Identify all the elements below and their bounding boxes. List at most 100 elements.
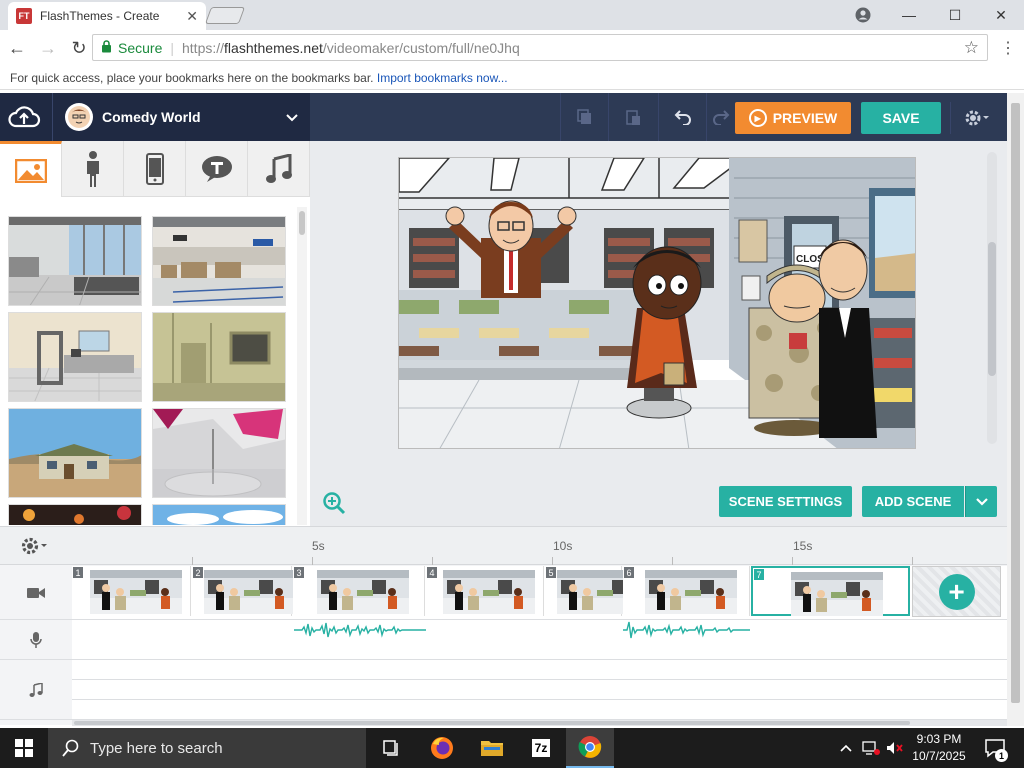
stage-vertical-scrollbar[interactable] (987, 152, 997, 444)
address-bar[interactable]: Secure | https://flashthemes.net/videoma… (92, 34, 988, 61)
time-marker: 5s (312, 539, 325, 553)
volume-muted-icon[interactable] (884, 728, 906, 768)
browser-tab[interactable]: FT FlashThemes - Create ✕ (8, 2, 206, 30)
page-scroll-thumb[interactable] (1011, 103, 1020, 703)
tab-characters[interactable] (62, 141, 124, 197)
library-scrollbar[interactable] (297, 207, 307, 525)
tab-audio[interactable] (248, 141, 310, 197)
7zip-label: 7z (531, 739, 551, 757)
taskbar-search-box[interactable]: Type here to search (48, 728, 366, 768)
theme-avatar (65, 103, 93, 131)
music-note-icon (265, 154, 292, 183)
plus-icon: + (938, 573, 975, 610)
url-text: https://flashthemes.net/videomaker/custo… (182, 40, 964, 56)
voice-track-label (0, 620, 72, 660)
bookmark-star-icon[interactable]: ☆ (964, 38, 979, 58)
system-clock[interactable]: 9:03 PM 10/7/2025 (906, 731, 972, 765)
background-thumbnail-security-check[interactable] (8, 312, 142, 402)
close-tab-icon[interactable]: ✕ (186, 8, 198, 25)
page-vertical-scrollbar[interactable] (1007, 93, 1024, 726)
chrome-icon[interactable] (566, 728, 614, 768)
add-scene-tile[interactable]: + (912, 566, 1001, 617)
flashthemes-favicon-icon: FT (16, 8, 32, 24)
firefox-icon[interactable] (418, 728, 466, 768)
profile-icon[interactable] (840, 0, 886, 30)
forward-button[interactable]: → (34, 34, 62, 62)
search-icon (62, 739, 79, 757)
file-explorer-icon[interactable] (468, 728, 516, 768)
scene-number-badge: 7 (754, 569, 764, 580)
network-icon[interactable] (860, 728, 882, 768)
scene-thumbnail[interactable]: 2 (192, 566, 296, 616)
copy-icon[interactable] (560, 93, 608, 141)
notification-center-icon[interactable]: 1 (980, 728, 1010, 768)
add-scene-button[interactable]: ADD SCENE (862, 486, 964, 517)
minimize-button[interactable]: — (886, 0, 932, 30)
preview-button[interactable]: ▶ PREVIEW (735, 102, 851, 134)
7zip-icon[interactable]: 7z (517, 728, 565, 768)
task-view-icon[interactable] (368, 728, 416, 768)
maximize-button[interactable]: ☐ (932, 0, 978, 30)
microphone-icon (30, 631, 42, 648)
save-button[interactable]: SAVE (861, 102, 941, 134)
timeline-scroll-thumb[interactable] (74, 721, 910, 725)
back-button[interactable]: ← (3, 34, 31, 62)
zoom-in-icon[interactable] (322, 491, 346, 515)
browser-menu-icon[interactable]: ⋮ (1000, 38, 1016, 58)
scene-thumbnail[interactable]: 6 (623, 566, 750, 616)
browser-tabstrip: FT FlashThemes - Create ✕ — ☐ ✕ (0, 0, 1024, 30)
scene-stage-canvas[interactable]: CLOSE (398, 157, 916, 449)
background-thumbnail-sky[interactable] (152, 504, 286, 525)
paste-icon[interactable] (608, 93, 656, 141)
scene-thumbnail[interactable]: 4 (426, 566, 544, 616)
tab-backgrounds[interactable] (0, 141, 62, 197)
background-thumbnail-airport-lobby[interactable] (8, 216, 142, 306)
windows-start-icon[interactable] (0, 728, 48, 768)
timeline-horizontal-scrollbar[interactable] (72, 720, 1007, 726)
voice-waveform-clip[interactable] (294, 619, 426, 641)
timeline-settings-icon[interactable] (20, 536, 48, 562)
person-icon (86, 151, 99, 187)
voice-waveform-clip[interactable] (623, 619, 750, 641)
scene-settings-button[interactable]: SCENE SETTINGS (719, 486, 852, 517)
scene-number-badge: 1 (73, 567, 83, 578)
image-icon (14, 158, 47, 183)
scene-thumbnail[interactable]: 1 (72, 566, 191, 616)
theme-selector[interactable]: Comedy World (52, 93, 310, 141)
tab-props[interactable] (124, 141, 186, 197)
app-header: Comedy World ▶ PREVIEW SAVE (0, 93, 1007, 141)
reload-button[interactable]: ↻ (65, 34, 93, 62)
browser-navbar: ← → ↻ Secure | https://flashthemes.net/v… (0, 30, 1024, 66)
upload-cloud-icon[interactable] (6, 102, 42, 132)
notification-count-badge: 1 (995, 749, 1008, 762)
background-thumbnail-night-city[interactable] (8, 504, 142, 525)
ruler-tick (312, 557, 313, 565)
scene-preview-image (790, 572, 883, 616)
background-thumbnail-desert-house[interactable] (8, 408, 142, 498)
bookmarks-bar: For quick access, place your bookmarks h… (0, 66, 1024, 90)
new-tab-button[interactable] (204, 7, 246, 24)
settings-gear-icon[interactable] (950, 102, 1002, 134)
background-thumbnail-stage-studio[interactable] (152, 408, 286, 498)
add-scene-dropdown-button[interactable] (965, 486, 997, 517)
background-thumbnail-checkin-counter[interactable] (152, 216, 286, 306)
ruler-tick (552, 557, 553, 565)
scene-thumbnail[interactable]: 3 (293, 566, 425, 616)
background-thumbnail-army-tent[interactable] (152, 312, 286, 402)
scene-preview-image (89, 570, 182, 614)
preview-label: PREVIEW (772, 110, 838, 126)
scene-number-badge: 6 (624, 567, 634, 578)
import-bookmarks-link[interactable]: Import bookmarks now... (377, 71, 508, 85)
undo-icon[interactable] (658, 93, 706, 141)
stage-scroll-thumb[interactable] (988, 242, 996, 376)
speech-bubble-icon (201, 156, 232, 182)
scene-thumbnail[interactable]: 7 (751, 566, 910, 616)
library-scroll-thumb[interactable] (299, 211, 305, 235)
music-track-row (72, 680, 1007, 700)
show-hidden-icons-chevron-icon[interactable] (836, 728, 856, 768)
tab-text[interactable] (186, 141, 248, 197)
close-window-button[interactable]: ✕ (978, 0, 1024, 30)
scene-thumbnail[interactable]: 5 (545, 566, 649, 616)
ruler-tick (912, 557, 913, 565)
redo-icon[interactable] (706, 93, 735, 141)
